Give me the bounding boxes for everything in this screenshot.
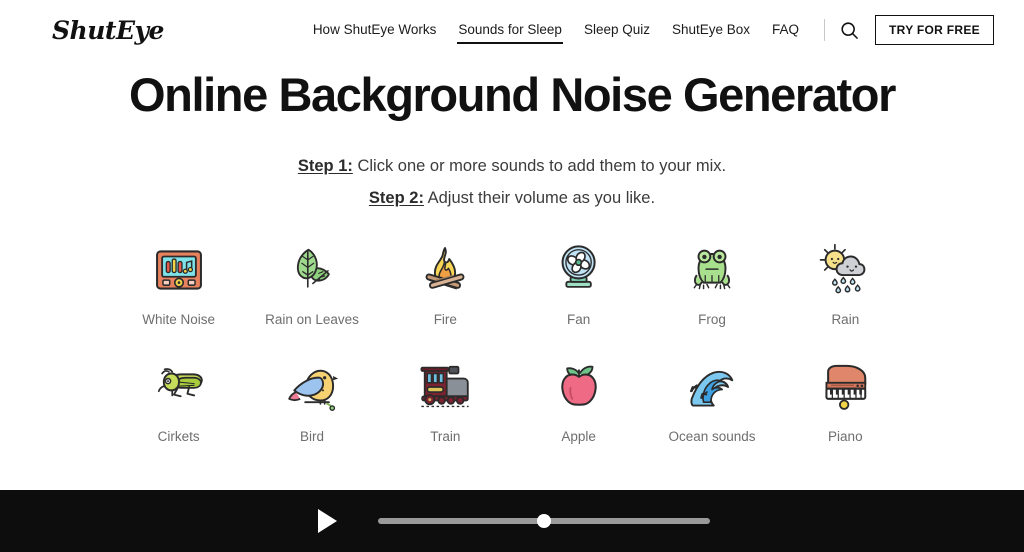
- sound-tile-fire[interactable]: Fire: [379, 238, 512, 327]
- sound-label: Bird: [299, 429, 324, 445]
- sound-tile-cirkets[interactable]: Cirkets: [112, 355, 245, 444]
- sound-label: Rain on Leaves: [265, 312, 359, 328]
- sound-tile-rain-on-leaves[interactable]: Rain on Leaves: [245, 238, 378, 327]
- nav-divider: [824, 19, 826, 41]
- sound-tile-rain[interactable]: Rain: [779, 238, 912, 327]
- sound-tile-piano[interactable]: Piano: [779, 355, 912, 444]
- play-icon[interactable]: [314, 506, 340, 536]
- sound-tile-frog[interactable]: Frog: [645, 238, 778, 327]
- page-title: Online Background Noise Generator: [128, 68, 896, 121]
- site-header: ShutEye How ShutEye Works Sounds for Sle…: [0, 0, 1024, 60]
- search-icon[interactable]: [837, 18, 861, 42]
- sound-tile-white-noise[interactable]: White Noise: [112, 238, 245, 327]
- volume-slider-thumb[interactable]: [537, 514, 551, 528]
- sound-label: Ocean sounds: [668, 429, 756, 445]
- main-content: Online Background Noise Generator Step 1…: [0, 60, 1024, 490]
- bird-icon: [280, 355, 344, 419]
- player-bar: [0, 490, 1024, 552]
- sound-tile-ocean-sounds[interactable]: Ocean sounds: [645, 355, 778, 444]
- sound-label: Train: [430, 429, 461, 445]
- leaves-icon: [280, 238, 344, 302]
- site-logo[interactable]: ShutEye: [52, 16, 164, 45]
- instructions: Step 1: Click one or more sounds to add …: [298, 150, 726, 214]
- sound-tile-fan[interactable]: Fan: [512, 238, 645, 327]
- sound-grid: White Noise Rain on Leaves Fire Fan Frog…: [112, 238, 912, 444]
- sound-label: Frog: [698, 312, 726, 328]
- sound-label: Fire: [433, 312, 457, 328]
- main-navigation: How ShutEye Works Sounds for Sleep Sleep…: [302, 15, 994, 45]
- sound-label: Fan: [567, 312, 591, 328]
- step-1-text: Click one or more sounds to add them to …: [352, 157, 727, 176]
- step-1-label: Step 1:: [297, 157, 353, 176]
- step-2-text: Adjust their volume as you like.: [423, 189, 656, 208]
- sound-label: White Noise: [142, 312, 216, 328]
- try-for-free-button[interactable]: TRY FOR FREE: [875, 15, 994, 45]
- wave-icon: [680, 355, 744, 419]
- step-2-label: Step 2:: [368, 189, 424, 208]
- sound-tile-bird[interactable]: Bird: [245, 355, 378, 444]
- sound-label: Apple: [561, 429, 596, 445]
- sound-tile-train[interactable]: Train: [379, 355, 512, 444]
- fire-icon: [413, 238, 477, 302]
- sound-label: Rain: [831, 312, 860, 328]
- piano-icon: [813, 355, 877, 419]
- nav-item-sleep-quiz[interactable]: Sleep Quiz: [573, 15, 661, 45]
- sound-label: Cirkets: [157, 429, 200, 445]
- step-line-2: Step 2: Adjust their volume as you like.: [298, 182, 726, 214]
- white-noise-icon: [147, 238, 211, 302]
- sound-label: Piano: [828, 429, 863, 445]
- step-line-1: Step 1: Click one or more sounds to add …: [298, 150, 726, 182]
- train-icon: [413, 355, 477, 419]
- nav-item-shuteye-box[interactable]: ShutEye Box: [661, 15, 761, 45]
- rain-cloud-sun-icon: [813, 238, 877, 302]
- fan-icon: [547, 238, 611, 302]
- apple-icon: [547, 355, 611, 419]
- volume-slider[interactable]: [378, 512, 710, 530]
- page-root: ShutEye How ShutEye Works Sounds for Sle…: [0, 0, 1024, 552]
- frog-icon: [680, 238, 744, 302]
- cricket-icon: [147, 355, 211, 419]
- nav-item-how-shuteye-works[interactable]: How ShutEye Works: [302, 15, 448, 45]
- nav-item-sounds-for-sleep[interactable]: Sounds for Sleep: [447, 15, 573, 45]
- sound-tile-apple[interactable]: Apple: [512, 355, 645, 444]
- nav-item-faq[interactable]: FAQ: [761, 15, 810, 45]
